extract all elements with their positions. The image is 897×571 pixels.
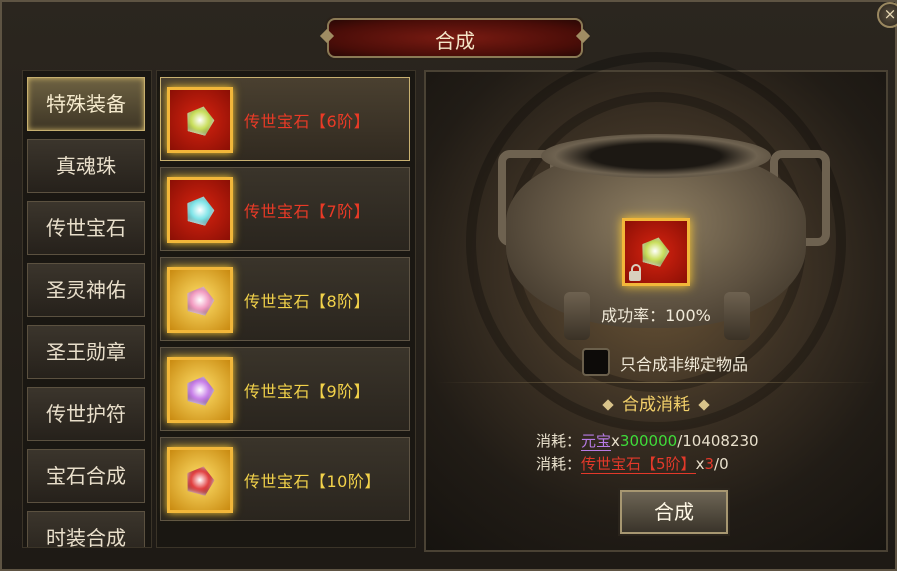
diamond-icon bbox=[602, 399, 614, 411]
category-list[interactable]: 特殊装备 真魂珠 传世宝石 圣灵神佑 圣王勋章 传世护符 宝石合成 时装合成 bbox=[22, 70, 152, 548]
cost-item-name[interactable]: 传世宝石【5阶】 bbox=[581, 455, 696, 474]
gem-icon bbox=[183, 463, 217, 497]
item-name: 传世宝石【8阶】 bbox=[244, 292, 371, 311]
gem-icon bbox=[183, 193, 217, 227]
cost-need: 300000 bbox=[619, 432, 678, 450]
recipe-item[interactable]: 传世宝石【10阶】 bbox=[160, 437, 410, 521]
gem-icon bbox=[638, 234, 672, 268]
cost-have: 0 bbox=[719, 455, 729, 473]
recipe-item[interactable]: 传世宝石【7阶】 bbox=[160, 167, 410, 251]
cost-header: 合成消耗 bbox=[426, 390, 886, 415]
item-icon-frame bbox=[167, 357, 233, 423]
item-icon-frame bbox=[167, 447, 233, 513]
divider bbox=[436, 382, 876, 383]
gem-icon bbox=[183, 373, 217, 407]
category-true-soul-bead[interactable]: 真魂珠 bbox=[27, 139, 145, 193]
gem-icon bbox=[183, 103, 217, 137]
item-name: 传世宝石【7阶】 bbox=[244, 202, 371, 221]
synthesis-panel: 成功率：100% 只合成非绑定物品 合成消耗 消耗：元宝x300000/1040… bbox=[424, 52, 888, 552]
item-name: 传世宝石【9阶】 bbox=[244, 382, 371, 401]
result-item-slot[interactable] bbox=[622, 218, 690, 286]
cost-have: 10408230 bbox=[682, 432, 759, 450]
category-holy-blessing[interactable]: 圣灵神佑 bbox=[27, 263, 145, 317]
category-king-medal[interactable]: 圣王勋章 bbox=[27, 325, 145, 379]
recipe-item[interactable]: 传世宝石【6阶】 bbox=[160, 77, 410, 161]
item-icon-frame bbox=[167, 177, 233, 243]
only-unbound-checkbox[interactable] bbox=[582, 348, 610, 376]
recipe-item[interactable]: 传世宝石【8阶】 bbox=[160, 257, 410, 341]
cost-need: 3 bbox=[704, 455, 714, 473]
synthesize-button[interactable]: 合成 bbox=[620, 490, 728, 534]
title-bar: 合成 bbox=[319, 18, 591, 58]
cost-times: x bbox=[611, 432, 620, 450]
item-icon-frame bbox=[167, 267, 233, 333]
diamond-icon bbox=[698, 399, 710, 411]
item-name: 传世宝石【10阶】 bbox=[244, 472, 381, 491]
lock-icon bbox=[629, 264, 641, 281]
cost-item-name[interactable]: 元宝 bbox=[581, 432, 612, 451]
synthesis-window: 合成 × 特殊装备 真魂珠 传世宝石 圣灵神佑 圣王勋章 传世护符 宝石合成 时… bbox=[0, 0, 897, 571]
cauldron-rim bbox=[541, 134, 771, 178]
gem-icon bbox=[183, 283, 217, 317]
category-legend-amulet[interactable]: 传世护符 bbox=[27, 387, 145, 441]
only-unbound-label: 只合成非绑定物品 bbox=[620, 355, 749, 374]
recipe-list[interactable]: 传世宝石【6阶】 传世宝石【7阶】 传世宝石【8阶】 传世宝石【9阶】 传世宝石… bbox=[156, 70, 416, 548]
window-title: 合成 bbox=[435, 29, 475, 53]
category-legend-gem[interactable]: 传世宝石 bbox=[27, 201, 145, 255]
close-button[interactable]: × bbox=[877, 2, 897, 28]
cost-prefix: 消耗： bbox=[536, 455, 582, 473]
category-fashion-synthesis[interactable]: 时装合成 bbox=[27, 511, 145, 547]
cost-line-gem: 消耗：传世宝石【5阶】x3/0 bbox=[536, 453, 729, 474]
item-name: 传世宝石【6阶】 bbox=[244, 112, 371, 131]
recipe-item[interactable]: 传世宝石【9阶】 bbox=[160, 347, 410, 431]
category-special-equipment[interactable]: 特殊装备 bbox=[27, 77, 145, 131]
category-gem-synthesis[interactable]: 宝石合成 bbox=[27, 449, 145, 503]
item-icon-frame bbox=[167, 87, 233, 153]
cost-line-yuanbao: 消耗：元宝x300000/10408230 bbox=[536, 430, 759, 451]
cost-prefix: 消耗： bbox=[536, 432, 582, 450]
success-rate: 成功率：100% bbox=[601, 306, 711, 325]
cost-header-text: 合成消耗 bbox=[622, 395, 690, 415]
